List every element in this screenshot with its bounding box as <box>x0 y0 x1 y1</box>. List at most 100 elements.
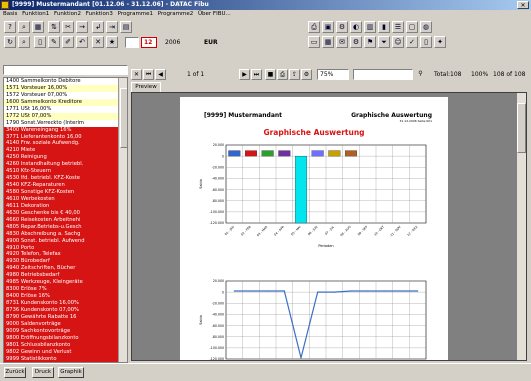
account-list-item[interactable]: 1771 USt 16,00% <box>4 105 127 113</box>
smiley-icon[interactable]: ☺ <box>392 36 404 48</box>
account-list-item[interactable]: 1400 Sammelkonto Debitore <box>4 78 127 85</box>
account-list-item[interactable]: 4610 Werbekosten <box>4 195 127 203</box>
menu-ueber-fibu[interactable]: Über FIBU... <box>198 11 231 17</box>
account-list-item[interactable]: 9999 Statistikkonto <box>4 355 127 362</box>
refresh-icon[interactable]: ↻ <box>4 36 16 48</box>
account-list-item[interactable]: 4910 Porto <box>4 244 127 252</box>
back-button[interactable]: Zurück <box>4 367 26 378</box>
chart-icon[interactable]: ▮ <box>378 21 390 33</box>
sort-icon[interactable]: ⇅ <box>48 21 60 33</box>
check-icon[interactable]: ✓ <box>406 36 418 48</box>
settings-icon[interactable]: ⚙ <box>336 21 348 33</box>
account-list-item[interactable]: 8736 Kundenskonto 07,00% <box>4 306 127 314</box>
search-icon[interactable]: ⌕ <box>18 21 30 33</box>
account-list-item[interactable]: 8731 Kundenskonto 16,00% <box>4 300 127 307</box>
tools-icon[interactable]: ✂ <box>62 21 74 33</box>
account-list-item[interactable]: 4530 lfd. betriebl. KFZ-Koste <box>4 175 127 183</box>
account-list-item[interactable]: 3400 Wareneingang 16% <box>4 126 127 134</box>
calculator-icon[interactable]: ▥ <box>364 21 376 33</box>
account-list-item[interactable]: 1790 Sonst.Verreckto (Interim <box>4 119 127 127</box>
preview-scrollbar[interactable] <box>517 93 526 360</box>
flag-icon[interactable]: ⚑ <box>364 36 376 48</box>
close-preview-button[interactable]: ✕ <box>131 69 142 80</box>
import-icon[interactable]: ↲ <box>92 21 104 33</box>
account-list-item[interactable]: 3771 Lieferantenkonto 16,00 <box>4 133 127 141</box>
account-list-item[interactable]: 4930 Bürobedarf <box>4 258 127 266</box>
scrollbar-thumb[interactable] <box>120 88 127 148</box>
delete-icon[interactable]: ✕ <box>92 36 104 48</box>
book-icon[interactable]: ▯ <box>420 36 432 48</box>
zoom-select[interactable]: 75% <box>317 69 349 80</box>
filter-icon[interactable]: ⏷ <box>378 36 390 48</box>
stop-icon[interactable]: ■ <box>265 69 276 80</box>
save-icon[interactable]: ▣ <box>322 21 334 33</box>
account-list-item[interactable]: 4540 KFZ-Reparaturen <box>4 182 127 189</box>
color-icon[interactable]: ◐ <box>350 21 362 33</box>
account-list-item[interactable]: 1600 Sammelkonto Kreditore <box>4 98 127 106</box>
account-list-item[interactable]: 9802 Gewinn und Verlust <box>4 348 127 356</box>
account-list-item[interactable]: 4805 Repar.Betriebs-u.Gesch <box>4 223 127 231</box>
setup-icon[interactable]: ⚙ <box>301 69 312 80</box>
table-icon[interactable]: ▤ <box>120 21 132 33</box>
last-page-icon[interactable]: ⏭ <box>251 69 262 80</box>
graphic-button[interactable]: Graphik <box>58 367 84 378</box>
grid-icon[interactable]: ▦ <box>32 21 44 33</box>
print-button[interactable]: Druck <box>32 367 54 378</box>
account-list-item[interactable]: 1572 Vorsteuer 07,00% <box>4 91 127 99</box>
account-list-item[interactable]: 4920 Telefon, Telefax <box>4 251 127 259</box>
menu-programme1[interactable]: Programme1 <box>118 11 153 17</box>
account-list-item[interactable]: 4940 Zeitschriften, Bücher <box>4 265 127 273</box>
arrow-right-icon[interactable]: → <box>76 21 88 33</box>
period-field[interactable]: 12 <box>141 37 157 48</box>
account-list-item[interactable]: 8300 Erlöse 7% <box>4 286 127 294</box>
account-list-item[interactable]: 4900 Sonst. betriebl. Aufwend <box>4 237 127 245</box>
account-list-item[interactable]: 1571 Vorsteuer 16,00% <box>4 84 127 92</box>
account-list-item[interactable]: 4630 Geschenke bis € 40,00 <box>4 209 127 217</box>
note-icon[interactable]: ✉ <box>336 36 348 48</box>
account-list-item[interactable]: 8790 Gewährte Rabatte 16 <box>4 313 127 321</box>
account-list-item[interactable]: 4510 Kfz-Steuern <box>4 168 127 176</box>
first-page-icon[interactable]: ⏮ <box>143 69 154 80</box>
account-list-item[interactable]: 4611 Dekoration <box>4 202 127 210</box>
find-input[interactable] <box>353 69 413 80</box>
menu-programme2[interactable]: Programme2 <box>158 11 193 17</box>
gear-icon[interactable]: ⚙ <box>350 36 362 48</box>
globe-icon[interactable]: ◍ <box>420 21 432 33</box>
window-icon[interactable]: ▢ <box>406 21 418 33</box>
account-list[interactable]: 1400 Sammelkonto Debitore 1571 Vorsteuer … <box>3 77 128 363</box>
monitor-icon[interactable]: ▭ <box>308 36 320 48</box>
undo-icon[interactable]: ↶ <box>76 36 88 48</box>
edit-icon[interactable]: ✎ <box>48 36 60 48</box>
account-list-item[interactable]: 9800 Eröffnungsbilanzkonto <box>4 334 127 342</box>
close-button[interactable]: ✕ <box>517 1 529 9</box>
account-list-item[interactable]: 4580 Sonstige KFZ-Kosten <box>4 189 127 196</box>
account-list-item[interactable]: 8400 Erlöse 16% <box>4 293 127 300</box>
menu-basis[interactable]: Basis <box>3 11 17 17</box>
account-list-item[interactable]: 9801 Schlussbilanzkonto <box>4 341 127 349</box>
menu-funktion1[interactable]: Funktion1 <box>22 11 49 17</box>
preview-scrollbar-thumb[interactable] <box>517 103 526 153</box>
tab-preview[interactable]: Preview <box>131 82 161 92</box>
print-icon[interactable]: ⎙ <box>277 69 288 80</box>
calendar-icon[interactable]: ▦ <box>322 36 334 48</box>
account-list-scrollbar[interactable] <box>118 78 127 362</box>
account-list-item[interactable]: 4210 Miete <box>4 147 127 155</box>
help-icon[interactable]: ? <box>4 21 16 33</box>
search-icon[interactable]: ⌕ <box>18 36 30 48</box>
menu-funktion2[interactable]: Funktion2 <box>54 11 81 17</box>
document-icon[interactable]: ▯ <box>34 36 46 48</box>
list-icon[interactable]: ☰ <box>392 21 404 33</box>
account-list-item[interactable]: 9000 Saldenvorträge <box>4 320 127 328</box>
account-list-item[interactable]: 9009 Sachkontovorträge <box>4 327 127 335</box>
menu-funktion3[interactable]: Funktion3 <box>86 11 113 17</box>
account-list-item[interactable]: 1772 USt 07,00% <box>4 112 127 120</box>
account-list-item[interactable]: 4980 Betriebsbedarf <box>4 272 127 280</box>
account-list-item[interactable]: 4140 Frw. soziale Aufwendg. <box>4 140 127 148</box>
account-list-item[interactable]: 4985 Werkzeuge, Kleingeräte <box>4 279 127 287</box>
export-icon[interactable]: ⇪ <box>289 69 300 80</box>
print-icon[interactable]: ⎙ <box>308 21 320 33</box>
brush-icon[interactable]: ✐ <box>62 36 74 48</box>
export-icon[interactable]: ⇥ <box>106 21 118 33</box>
account-list-item[interactable]: 4250 Reinigung <box>4 154 127 162</box>
account-list-item[interactable]: 4660 Reisekosten Arbeitnehi <box>4 216 127 224</box>
